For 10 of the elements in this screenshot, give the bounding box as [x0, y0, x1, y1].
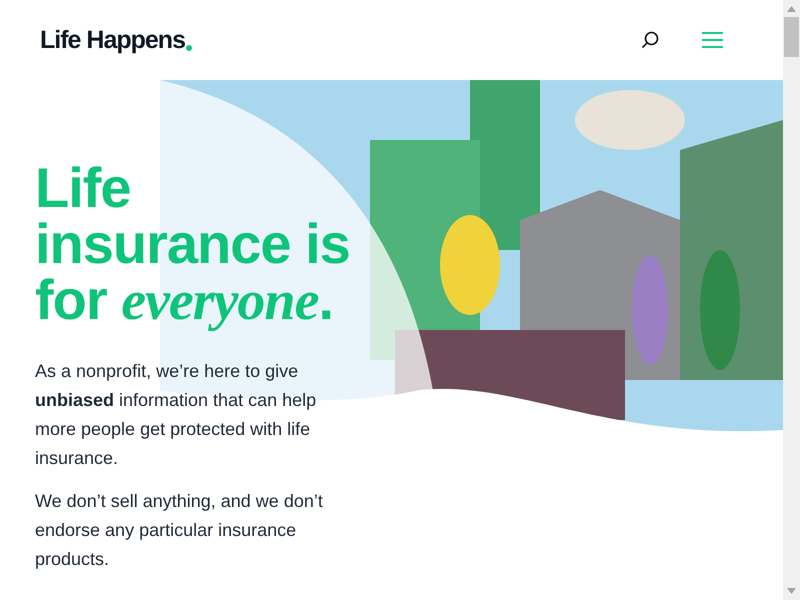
menu-icon[interactable]	[702, 32, 723, 48]
scrollbar[interactable]	[783, 0, 800, 600]
scrollbar-thumb[interactable]	[784, 17, 799, 57]
search-icon[interactable]	[641, 31, 659, 49]
headline: Life insurance is for everyone.	[35, 160, 351, 329]
scroll-down-icon[interactable]	[787, 588, 796, 594]
logo-text[interactable]: Life Happens	[40, 28, 185, 52]
scroll-up-icon[interactable]	[787, 6, 796, 12]
body-paragraph: As a nonprofit, we’re here to give unbiased information that can help more people get protected with life insurance.	[35, 360, 318, 470]
body-paragraph: We don’t sell anything, and we don’t endorse any particular insurance products.	[35, 490, 324, 571]
